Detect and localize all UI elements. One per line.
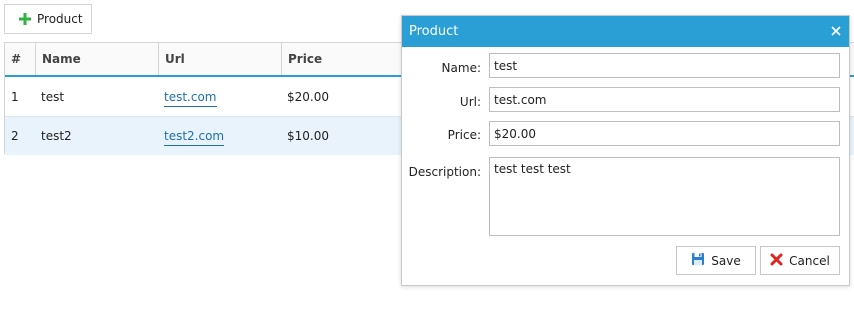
row-name: test2 <box>41 129 72 143</box>
save-button[interactable]: Save <box>676 246 756 275</box>
cancel-x-icon <box>770 253 783 269</box>
name-field[interactable]: test <box>489 53 840 78</box>
name-label: Name: <box>441 61 481 75</box>
url-field[interactable]: test.com <box>489 87 840 112</box>
add-product-label: Product <box>37 12 83 26</box>
price-label: Price: <box>447 128 481 142</box>
column-header-index[interactable]: # <box>5 43 35 75</box>
column-header-url[interactable]: Url <box>158 43 281 75</box>
close-icon[interactable] <box>829 24 843 38</box>
description-label: Description: <box>408 165 481 179</box>
save-label: Save <box>711 253 741 268</box>
column-header-price[interactable]: Price <box>281 43 404 75</box>
add-product-button[interactable]: Product <box>4 4 92 34</box>
price-field[interactable]: $20.00 <box>489 121 840 146</box>
cancel-button[interactable]: Cancel <box>760 246 840 275</box>
column-header-name[interactable]: Name <box>35 43 158 75</box>
row-name: test <box>41 89 65 104</box>
row-url-link[interactable]: test.com <box>164 89 217 107</box>
description-field[interactable]: test test test <box>489 157 840 236</box>
plus-icon <box>19 13 31 25</box>
row-index: 2 <box>11 129 19 143</box>
dialog-title: Product <box>409 24 459 39</box>
floppy-disk-icon <box>691 252 705 269</box>
product-dialog: Product Name: test Url: test.com Price: … <box>401 15 850 286</box>
dialog-titlebar[interactable]: Product <box>402 16 849 47</box>
row-price: $20.00 <box>287 89 329 104</box>
url-label: Url: <box>459 95 481 109</box>
row-url-link[interactable]: test2.com <box>164 129 225 146</box>
cancel-label: Cancel <box>789 253 830 268</box>
row-index: 1 <box>11 89 19 104</box>
row-price: $10.00 <box>287 129 329 143</box>
